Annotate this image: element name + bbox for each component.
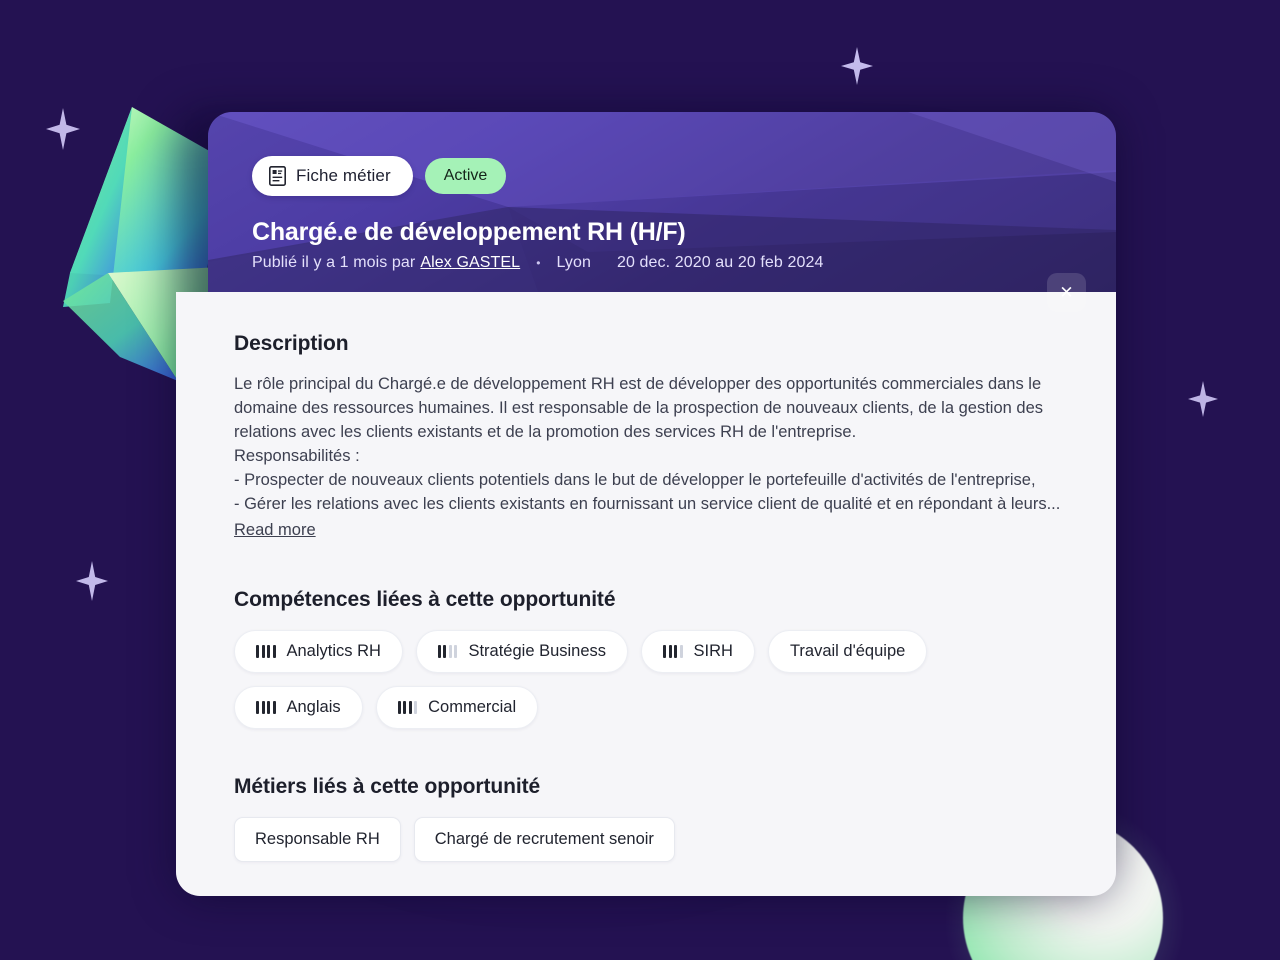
author-link[interactable]: Alex GASTEL	[420, 254, 520, 272]
modal-body: Description Le rôle principal du Chargé.…	[176, 292, 1116, 896]
jobs-title: Métiers liés à cette opportunité	[234, 775, 541, 798]
job-detail-modal: Fiche métier Active Chargé.e de développ…	[176, 112, 1116, 896]
skill-chip[interactable]: Analytics RH	[234, 630, 403, 673]
close-icon[interactable]: ✕	[1047, 273, 1086, 312]
read-more-link[interactable]: Read more	[234, 518, 316, 542]
skill-level-icon	[256, 645, 276, 658]
skill-chip-label: Stratégie Business	[468, 642, 607, 660]
fiche-metier-label: Fiche métier	[296, 166, 391, 185]
sparkle-icon	[1188, 381, 1218, 417]
job-chip[interactable]: Responsable RH	[234, 817, 401, 862]
description-paragraph: Le rôle principal du Chargé.e de dévelop…	[234, 375, 1043, 441]
skill-chip-label: Anglais	[286, 698, 341, 716]
page-title: Chargé.e de développement RH (H/F)	[252, 218, 686, 246]
skill-chip[interactable]: Anglais	[234, 686, 363, 729]
skill-chip-label: Travail d'équipe	[789, 642, 906, 660]
job-chip-label: Chargé de recrutement senoir	[434, 830, 654, 848]
skill-chip-label: Commercial	[428, 698, 517, 716]
header-content: Fiche métier Active Chargé.e de développ…	[208, 112, 1116, 272]
city-label: Lyon	[556, 254, 592, 271]
sparkle-icon	[841, 47, 873, 85]
dates-label: 20 dec. 2020 au 20 feb 2024	[617, 254, 824, 271]
published-label: Publié il y a 1 mois par	[252, 254, 416, 271]
modal-header: Fiche métier Active Chargé.e de développ…	[208, 112, 1116, 292]
jobs-chip-list: Responsable RH Chargé de recrutement seno…	[234, 817, 1064, 862]
description-title: Description	[234, 332, 349, 355]
jobs-section: Métiers liés à cette opportunité Respons…	[234, 775, 1064, 862]
description-paragraph: - Gérer les relations avec les clients e…	[234, 495, 1061, 513]
skill-chip[interactable]: Travail d'équipe	[767, 630, 928, 673]
skill-chip[interactable]: SIRH	[641, 630, 755, 673]
sparkle-icon	[76, 561, 108, 601]
skill-chip[interactable]: Stratégie Business	[415, 630, 629, 673]
meta-separator: •	[536, 256, 541, 270]
skills-section: Compétences liées à cette opportunité An…	[234, 588, 1064, 729]
skill-level-icon	[256, 701, 276, 714]
skill-chip-label: Analytics RH	[286, 642, 381, 660]
skill-level-icon	[397, 701, 418, 714]
skill-chip-label: SIRH	[693, 642, 733, 660]
fiche-metier-badge[interactable]: Fiche métier	[252, 156, 413, 196]
status-badge: Active	[424, 158, 507, 194]
skill-level-icon	[437, 645, 458, 658]
skill-level-icon	[663, 645, 683, 658]
skill-chip[interactable]: Commercial	[375, 686, 539, 729]
job-chip-label: Responsable RH	[255, 830, 380, 848]
badge-row: Fiche métier Active	[252, 156, 1116, 196]
document-icon	[269, 166, 286, 186]
job-chip[interactable]: Chargé de recrutement senoir	[413, 817, 675, 862]
description-text: Le rôle principal du Chargé.e de dévelop…	[234, 372, 1064, 542]
skills-chip-list: Analytics RH Stratégie Business SIRH Travai…	[234, 630, 1064, 729]
meta-line: Publié il y a 1 mois par Alex GASTEL • L…	[252, 254, 1116, 272]
description-paragraph: - Prospecter de nouveaux clients potenti…	[234, 471, 1036, 489]
skills-title: Compétences liées à cette opportunité	[234, 588, 616, 611]
description-paragraph: Responsabilités :	[234, 447, 360, 465]
